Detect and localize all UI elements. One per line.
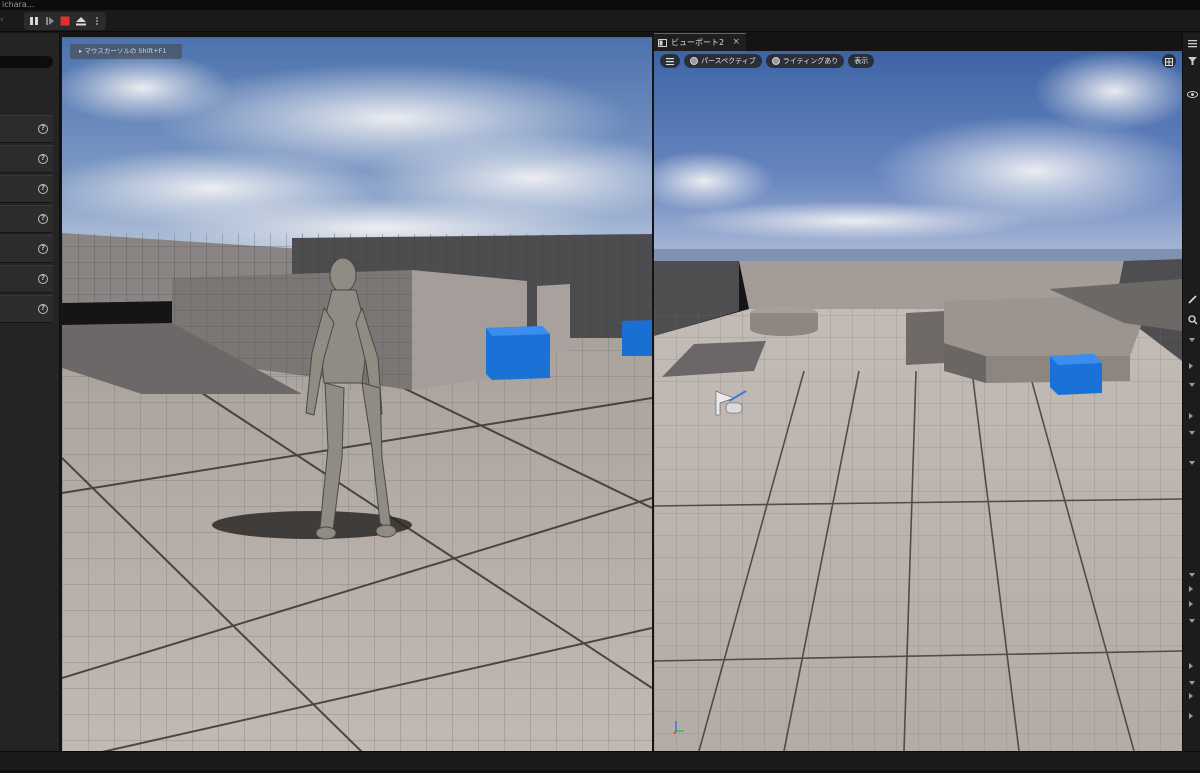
- window-title-strip: ichara...: [0, 0, 1200, 10]
- property-row[interactable]: ?: [0, 265, 53, 293]
- lighting-label: ライティングあり: [782, 57, 839, 65]
- list-icon[interactable]: [1187, 38, 1198, 49]
- stop-icon: [60, 16, 70, 26]
- unreal-editor-window: ichara... ‹ ? ? ? ? ? ? ? ▸ マウスカーソルの Shi…: [0, 0, 1200, 773]
- chevron-down-icon[interactable]: [1189, 573, 1195, 577]
- more-options-button[interactable]: [90, 14, 104, 29]
- lighting-icon: [771, 57, 780, 65]
- property-row[interactable]: ?: [0, 295, 53, 323]
- lighting-button[interactable]: ライティングあり: [765, 54, 845, 68]
- viewport-editor-view[interactable]: [654, 51, 1182, 751]
- chevron-down-icon[interactable]: [1189, 431, 1195, 435]
- game-scene: [62, 38, 652, 751]
- chevron-down-icon[interactable]: [1189, 383, 1195, 387]
- details-search-input[interactable]: [0, 56, 53, 68]
- frame-skip-icon: [45, 17, 54, 25]
- chevron-down-icon[interactable]: [1189, 461, 1195, 465]
- viewport-layout-button[interactable]: [1162, 54, 1176, 68]
- hamburger-menu-icon: [666, 57, 674, 65]
- search-icon[interactable]: [1187, 314, 1198, 325]
- camera-icon: [690, 57, 698, 65]
- chevron-right-icon[interactable]: [1189, 363, 1193, 369]
- chevron-down-icon[interactable]: [1189, 681, 1195, 685]
- pause-icon: [29, 17, 38, 25]
- viewport-hint-label: ▸ マウスカーソルの Shift+F1: [70, 44, 182, 59]
- editor-scene: [654, 51, 1182, 751]
- tab-viewport2[interactable]: ビューポート2 ×: [654, 33, 746, 51]
- property-row[interactable]: ?: [0, 115, 53, 143]
- more-vertical-icon: [96, 17, 99, 25]
- frame-skip-button[interactable]: [43, 14, 57, 29]
- eject-button[interactable]: [74, 14, 88, 29]
- chevron-right-icon[interactable]: [1189, 586, 1193, 592]
- help-icon[interactable]: ?: [38, 124, 48, 134]
- perspective-label: パースペクティブ: [701, 57, 756, 65]
- main-toolbar: ‹: [0, 10, 1200, 32]
- layout-grid-icon: [1165, 58, 1173, 66]
- chevron-right-icon[interactable]: [1189, 693, 1193, 699]
- details-panel: ? ? ? ? ? ? ?: [0, 33, 60, 751]
- viewport-menu-button[interactable]: [660, 54, 680, 68]
- viewport-game-view[interactable]: [62, 37, 652, 751]
- help-icon[interactable]: ?: [38, 244, 48, 254]
- property-row[interactable]: ?: [0, 145, 53, 173]
- tab-label: ビューポート2: [671, 38, 725, 47]
- help-icon[interactable]: ?: [38, 214, 48, 224]
- pause-button[interactable]: [27, 14, 41, 29]
- viewport2-tab-bar: ビューポート2 ×: [654, 33, 1182, 51]
- chevron-right-icon[interactable]: [1189, 413, 1193, 419]
- show-button[interactable]: 表示: [848, 54, 875, 68]
- property-row[interactable]: ?: [0, 175, 53, 203]
- chevron-right-icon[interactable]: [1189, 601, 1193, 607]
- show-label: 表示: [854, 57, 869, 65]
- help-icon[interactable]: ?: [38, 184, 48, 194]
- right-side-panel-strip: [1182, 33, 1200, 751]
- help-icon[interactable]: ?: [38, 274, 48, 284]
- perspective-button[interactable]: パースペクティブ: [684, 54, 762, 68]
- chevron-right-icon[interactable]: [1189, 713, 1193, 719]
- pencil-icon[interactable]: [1187, 294, 1198, 305]
- stop-button[interactable]: [59, 14, 73, 29]
- property-row[interactable]: ?: [0, 235, 53, 263]
- chevron-left-icon[interactable]: ‹: [0, 15, 4, 25]
- help-icon[interactable]: ?: [38, 304, 48, 314]
- eye-icon[interactable]: [1187, 89, 1198, 100]
- chevron-down-icon[interactable]: [1189, 338, 1195, 342]
- eject-icon: [76, 17, 87, 26]
- viewport-icon: [658, 38, 667, 47]
- play-controls-group: [24, 12, 106, 30]
- window-title: ichara...: [2, 0, 35, 9]
- filter-icon[interactable]: [1187, 55, 1198, 66]
- property-row[interactable]: ?: [0, 205, 53, 233]
- chevron-right-icon[interactable]: [1189, 663, 1193, 669]
- status-bar: [0, 751, 1200, 773]
- viewport2-toolbar: パースペクティブ ライティングあり 表示: [660, 54, 875, 68]
- chevron-down-icon[interactable]: [1189, 619, 1195, 623]
- help-icon[interactable]: ?: [38, 154, 48, 164]
- close-icon[interactable]: ×: [732, 37, 740, 47]
